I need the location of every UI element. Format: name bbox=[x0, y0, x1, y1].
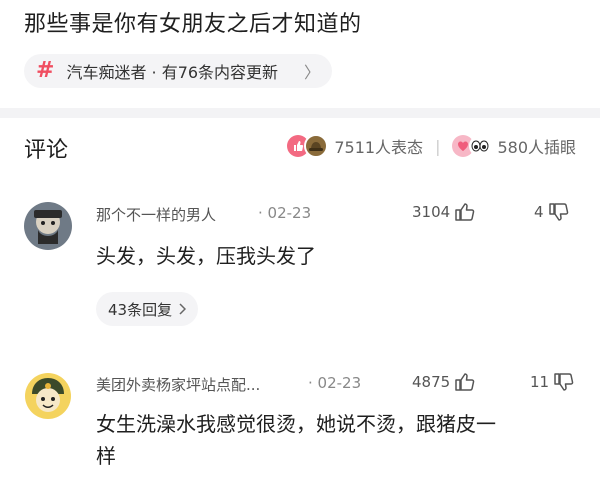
like-button[interactable]: 3104 bbox=[412, 202, 476, 222]
section-divider bbox=[0, 108, 600, 118]
topic-chip[interactable]: # 汽车痴迷者 · 有76条内容更新 〉 bbox=[24, 54, 332, 88]
like-count: 4875 bbox=[412, 373, 451, 391]
comment-item: 美团外卖杨家坪站点配... · 02-23 4875 11 女生洗澡水我感觉很烫… bbox=[0, 360, 600, 485]
comment-text: 女生洗澡水我感觉很烫，她说不烫，跟猪皮一 样 bbox=[96, 408, 576, 472]
thumbs-down-icon bbox=[548, 202, 570, 222]
comment-author[interactable]: 那个不一样的男人 bbox=[96, 204, 216, 225]
dislike-button[interactable]: 4 bbox=[534, 202, 570, 222]
dislike-button[interactable]: 11 bbox=[530, 372, 575, 392]
chevron-right-icon: 〉 bbox=[303, 63, 320, 82]
thumbs-up-icon bbox=[454, 372, 476, 392]
separator: | bbox=[435, 136, 441, 156]
like-button[interactable]: 4875 bbox=[412, 372, 476, 392]
hashtag-icon: # bbox=[36, 58, 55, 83]
chevron-right-icon bbox=[178, 303, 187, 315]
thumbs-down-icon bbox=[553, 372, 575, 392]
comment-text: 头发，头发，压我头发了 bbox=[96, 244, 316, 268]
peek-count: 580人插眼 bbox=[497, 138, 576, 157]
eyes-reaction-icon bbox=[469, 135, 492, 157]
comment-author[interactable]: 美团外卖杨家坪站点配... bbox=[96, 374, 260, 395]
dislike-count: 4 bbox=[534, 203, 544, 221]
avatar[interactable] bbox=[24, 202, 72, 250]
like-count: 3104 bbox=[412, 203, 451, 221]
comments-header: 评论 7511人表态 | 580人插眼 bbox=[0, 118, 600, 168]
comment-text-line: 女生洗澡水我感觉很烫，她说不烫，跟猪皮一 bbox=[96, 412, 496, 436]
comment-text-line: 样 bbox=[96, 444, 116, 468]
avatar[interactable] bbox=[24, 372, 72, 420]
topic-label: 汽车痴迷者 · 有76条内容更新 bbox=[66, 63, 279, 82]
comment-item: 那个不一样的男人 · 02-23 3104 4 头发，头发，压我头发了 43条回… bbox=[0, 190, 600, 330]
comment-date: · 02-23 bbox=[308, 374, 362, 392]
reaction-count: 7511人表态 bbox=[334, 138, 424, 157]
comment-date: · 02-23 bbox=[258, 204, 312, 222]
post-title: 那些事是你有女朋友之后才知道的 bbox=[24, 12, 362, 37]
hat-reaction-icon bbox=[304, 134, 329, 158]
view-replies-button[interactable]: 43条回复 bbox=[96, 292, 199, 326]
thumbs-up-icon bbox=[454, 202, 476, 222]
replies-label: 43条回复 bbox=[108, 300, 173, 319]
dislike-count: 11 bbox=[530, 373, 550, 391]
reaction-summary[interactable]: 7511人表态 | 580人插眼 bbox=[287, 134, 576, 158]
comments-title: 评论 bbox=[24, 138, 69, 163]
